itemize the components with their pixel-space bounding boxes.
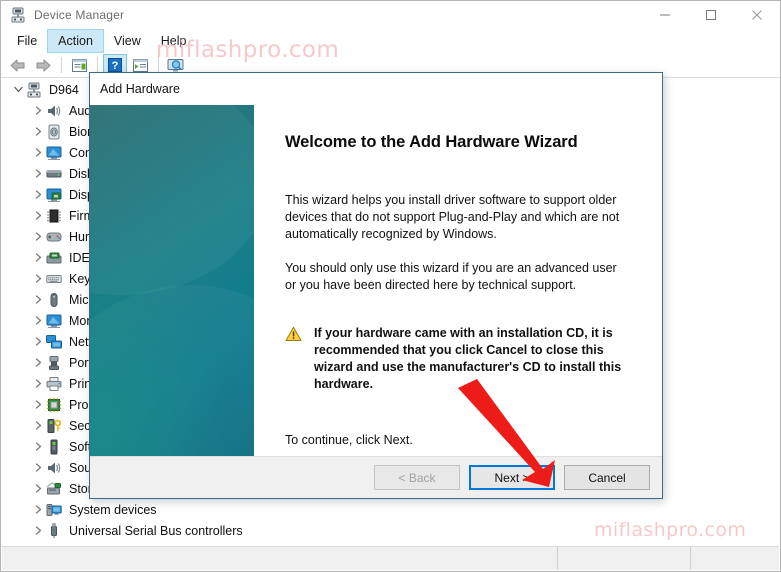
ide-controller-icon <box>46 250 63 266</box>
printer-icon <box>46 376 63 392</box>
security-device-icon <box>46 418 63 434</box>
toolbar-separator <box>97 57 98 73</box>
device-manager-icon <box>10 7 26 23</box>
dialog-heading: Welcome to the Add Hardware Wizard <box>285 133 578 151</box>
menu-file[interactable]: File <box>7 29 47 53</box>
portable-device-icon <box>46 355 63 371</box>
chevron-down-icon[interactable] <box>10 82 26 98</box>
status-pane-message <box>2 547 558 570</box>
chevron-right-icon[interactable] <box>30 187 46 203</box>
chevron-right-icon[interactable] <box>30 481 46 497</box>
display-adapter-icon <box>46 187 63 203</box>
window-controls <box>642 1 780 29</box>
title-bar: Device Manager <box>1 1 780 29</box>
chevron-right-icon[interactable] <box>30 103 46 119</box>
window-title: Device Manager <box>34 8 125 22</box>
back-icon[interactable] <box>6 54 30 76</box>
properties-icon[interactable] <box>67 54 91 76</box>
mouse-icon <box>46 292 63 308</box>
maximize-button[interactable] <box>688 1 734 29</box>
back-button[interactable]: < Back <box>374 465 460 490</box>
chevron-right-icon[interactable] <box>30 145 46 161</box>
chevron-right-icon[interactable] <box>30 292 46 308</box>
dialog-footer: < Back Next > Cancel <box>90 456 662 498</box>
add-hardware-dialog: Add Hardware Welcome to the Add Hardware… <box>89 72 663 499</box>
dialog-body: Welcome to the Add Hardware Wizard This … <box>90 105 662 457</box>
status-pane-secondary <box>558 547 691 570</box>
chevron-right-icon[interactable] <box>30 439 46 455</box>
toolbar-separator <box>61 57 62 73</box>
processor-icon <box>46 397 63 413</box>
monitor-icon <box>46 145 63 161</box>
dialog-paragraph-1: This wizard helps you install driver sof… <box>285 193 620 241</box>
next-button[interactable]: Next > <box>469 465 555 490</box>
cancel-button[interactable]: Cancel <box>564 465 650 490</box>
dialog-content: Welcome to the Add Hardware Wizard This … <box>254 105 662 457</box>
monitor-icon <box>46 313 63 329</box>
chevron-right-icon[interactable] <box>30 313 46 329</box>
warning-triangle-icon <box>285 325 307 393</box>
device-manager-window: Device Manager File Action View Help ? D… <box>0 0 781 572</box>
usb-icon <box>46 522 63 539</box>
chevron-right-icon[interactable] <box>30 250 46 266</box>
software-device-icon <box>46 439 63 455</box>
storage-controller-icon <box>46 481 63 497</box>
tree-item-label: System devices <box>69 502 157 517</box>
dialog-continue-text: To continue, click Next. <box>285 433 413 447</box>
svg-text:?: ? <box>112 60 119 72</box>
forward-icon[interactable] <box>31 54 55 76</box>
status-pane-tertiary <box>691 547 779 570</box>
hid-icon <box>46 229 63 245</box>
chevron-right-icon[interactable] <box>30 334 46 350</box>
tree-item[interactable]: System devices <box>2 499 779 520</box>
disk-drive-icon <box>46 166 63 182</box>
chevron-right-icon[interactable] <box>30 376 46 392</box>
chevron-right-icon[interactable] <box>30 502 46 518</box>
menu-view[interactable]: View <box>104 29 151 53</box>
keyboard-icon <box>46 271 63 287</box>
speaker-icon <box>46 103 63 119</box>
chip-icon <box>46 208 63 224</box>
status-bar <box>2 546 779 570</box>
chevron-right-icon[interactable] <box>30 166 46 182</box>
menu-action[interactable]: Action <box>47 29 104 53</box>
menu-help[interactable]: Help <box>151 29 197 53</box>
wizard-banner-image <box>90 105 254 457</box>
chevron-right-icon[interactable] <box>30 460 46 476</box>
chevron-right-icon[interactable] <box>30 418 46 434</box>
network-adapter-icon <box>46 334 63 350</box>
chevron-right-icon[interactable] <box>30 523 46 539</box>
minimize-button[interactable] <box>642 1 688 29</box>
computer-icon <box>26 82 43 98</box>
toolbar-separator <box>158 57 159 73</box>
chevron-right-icon[interactable] <box>30 229 46 245</box>
chevron-right-icon[interactable] <box>30 124 46 140</box>
fingerprint-icon <box>46 124 63 140</box>
chevron-right-icon[interactable] <box>30 397 46 413</box>
system-device-icon <box>46 502 63 518</box>
dialog-warning-text: If your hardware came with an installati… <box>314 326 622 391</box>
tree-item-label: Universal Serial Bus controllers <box>69 523 243 538</box>
menu-bar: File Action View Help <box>1 29 780 53</box>
chevron-right-icon[interactable] <box>30 271 46 287</box>
chevron-right-icon[interactable] <box>30 208 46 224</box>
tree-item[interactable]: Universal Serial Bus controllers <box>2 520 779 541</box>
close-button[interactable] <box>734 1 780 29</box>
dialog-warning: If your hardware came with an installati… <box>285 325 638 393</box>
speaker-icon <box>46 460 63 476</box>
dialog-paragraph-2: You should only use this wizard if you a… <box>285 261 617 292</box>
chevron-right-icon[interactable] <box>30 355 46 371</box>
tree-root-label: D964 <box>49 82 79 97</box>
dialog-title: Add Hardware <box>90 73 662 105</box>
